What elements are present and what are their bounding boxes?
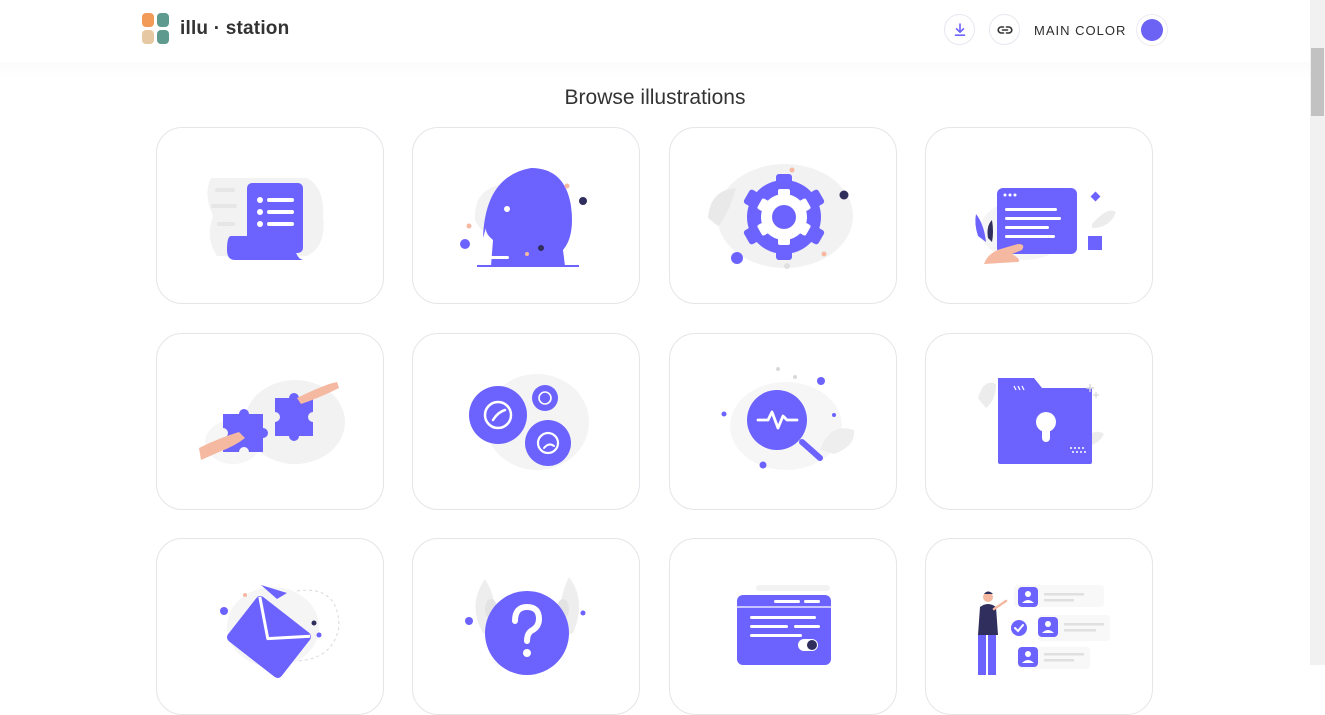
page-title: Browse illustrations [564,86,746,109]
illustration-card-web-page-toggle[interactable] [669,538,897,715]
illustration-card-envelope-message[interactable] [156,538,384,715]
logo[interactable]: illu · station [142,13,289,44]
user-list-person-illustration [978,585,1110,675]
secure-folder-illustration [978,378,1104,464]
illustration-card-pulse-search[interactable] [669,333,897,510]
main-color-picker[interactable] [1136,14,1168,46]
question-mark-illustration [465,577,586,675]
puzzle-pieces-hands-illustration [199,380,345,464]
illustration-card-head-profile[interactable] [412,127,640,304]
copy-link-button[interactable] [989,14,1020,45]
illustration-card-settings-gear[interactable] [669,127,897,304]
illustration-card-puzzle-pieces-hands[interactable] [156,333,384,510]
document-list-illustration [207,178,324,260]
scrollbar-thumb[interactable] [1311,48,1324,116]
illustration-card-secure-folder[interactable] [925,333,1153,510]
link-icon [996,25,1013,34]
illustration-card-browser-window-hand[interactable] [925,127,1153,304]
logo-text: illu · station [180,17,290,39]
illustration-card-user-list-person[interactable] [925,538,1153,715]
main-color-label: MAIN COLOR [1034,23,1127,38]
web-page-toggle-illustration [737,585,831,665]
pulse-search-illustration [721,367,855,470]
emoji-bubbles-illustration [469,374,589,470]
browser-window-hand-illustration [975,188,1116,264]
illustration-card-document-list[interactable] [156,127,384,304]
top-bar-shadow [0,62,1310,80]
illustration-card-emoji-bubbles[interactable] [412,333,640,510]
head-profile-illustration [460,168,587,267]
download-icon [954,22,965,36]
download-button[interactable] [944,14,975,45]
logo-mark [142,13,169,44]
main-color-swatch [1141,19,1163,41]
settings-gear-illustration [708,164,853,269]
illustration-card-question-mark[interactable] [412,538,640,715]
envelope-message-illustration [220,585,340,678]
